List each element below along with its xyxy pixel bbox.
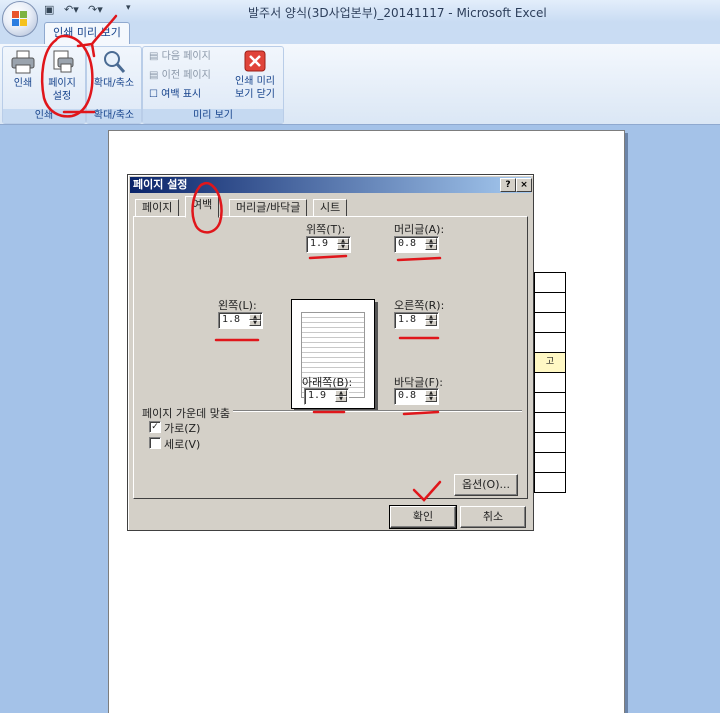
- tab-page[interactable]: 페이지: [135, 199, 180, 217]
- quick-access-toolbar: ▣ ↶▾ ↷▾ ▾: [42, 3, 137, 19]
- ribbon: 인쇄 페이지 설정 인쇄 확대/축소 확대/축소 ▤ 다음 페이지 ▤ 이전 페…: [0, 44, 720, 125]
- close-button[interactable]: ×: [516, 178, 532, 192]
- zoom-button[interactable]: 확대/축소: [89, 49, 139, 90]
- vertical-checkbox[interactable]: [149, 437, 161, 449]
- help-button[interactable]: ?: [500, 178, 516, 192]
- print-button[interactable]: 인쇄: [5, 49, 41, 90]
- close-preview-icon: [244, 50, 266, 72]
- spinner-arrows-icon[interactable]: ▲ ▼: [425, 314, 437, 327]
- table-cell: [534, 413, 566, 433]
- spinner-arrows-icon[interactable]: ▲ ▼: [249, 314, 261, 327]
- group-preview: ▤ 다음 페이지 ▤ 이전 페이지 ☐ 여백 표시 인쇄 미리 보기 닫기 미리…: [142, 46, 284, 124]
- table-cell: [534, 473, 566, 493]
- print-label: 인쇄: [13, 78, 33, 89]
- horizontal-checkbox[interactable]: ✓: [149, 421, 161, 433]
- page-setup-label-line1: 페이지: [48, 78, 76, 89]
- table-cell: [534, 373, 566, 393]
- right-margin-value: 1.8: [398, 314, 417, 325]
- printer-icon: [11, 50, 35, 74]
- table-cell: [534, 453, 566, 473]
- magnifier-icon: [104, 51, 126, 73]
- dialog-title: 페이지 설정: [133, 178, 188, 191]
- page-setup-dialog: 페이지 설정 ? × 페이지 여백 머리글/바닥글 시트 위쪽(T): 1.9 …: [127, 174, 534, 531]
- tab-print-preview[interactable]: 인쇄 미리 보기: [44, 22, 130, 45]
- office-button[interactable]: [2, 1, 38, 37]
- right-margin-input[interactable]: 1.8 ▲ ▼: [394, 312, 439, 329]
- page-setup-icon: [53, 50, 74, 73]
- spinner-arrows-icon[interactable]: ▲ ▼: [425, 238, 437, 251]
- header-margin-label: 머리글(A):: [394, 223, 445, 236]
- next-page-icon: ▤: [149, 51, 162, 62]
- header-margin-value: 0.8: [398, 238, 417, 249]
- horizontal-label: 가로(Z): [164, 422, 201, 435]
- tab-margins[interactable]: 여백: [185, 196, 220, 218]
- tab-sheet[interactable]: 시트: [313, 199, 348, 217]
- group-print-label: 인쇄: [3, 109, 85, 123]
- next-page-label: 다음 페이지: [161, 51, 211, 62]
- right-margin-label: 오른쪽(R):: [394, 299, 445, 312]
- title-bar: ▣ ↶▾ ↷▾ ▾ 발주서 양식(3D사업본부)_20141117 - Micr…: [0, 0, 720, 22]
- spinner-arrows-icon[interactable]: ▲ ▼: [335, 390, 347, 403]
- cancel-button[interactable]: 취소: [460, 506, 526, 528]
- footer-margin-value: 0.8: [398, 390, 417, 401]
- top-margin-input[interactable]: 1.9 ▲ ▼: [306, 236, 351, 253]
- sheet-table-fragment: 고: [534, 272, 566, 493]
- bottom-margin-input[interactable]: 1.9 ▲ ▼: [304, 388, 349, 405]
- show-margins-checkbox[interactable]: ☐ 여백 표시: [149, 88, 201, 102]
- left-margin-value: 1.8: [222, 314, 241, 325]
- page-setup-button[interactable]: 페이지 설정: [43, 49, 81, 103]
- zoom-label: 확대/축소: [93, 78, 135, 89]
- group-preview-label: 미리 보기: [143, 109, 283, 123]
- top-margin-label: 위쪽(T):: [306, 223, 346, 236]
- table-cell: [534, 293, 566, 313]
- center-on-page-label: 페이지 가운데 맞춤: [142, 405, 233, 421]
- close-preview-label-line2: 보기 닫기: [235, 89, 275, 100]
- left-margin-input[interactable]: 1.8 ▲ ▼: [218, 312, 263, 329]
- table-cell: [534, 313, 566, 333]
- page-setup-label-line2: 설정: [52, 91, 72, 102]
- prev-page-icon: ▤: [149, 70, 162, 81]
- undo-icon[interactable]: ↶▾: [64, 3, 79, 19]
- checkbox-icon: ☐: [149, 89, 162, 100]
- show-margins-label: 여백 표시: [161, 89, 202, 100]
- table-cell: [534, 433, 566, 453]
- left-margin-label: 왼쪽(L):: [218, 299, 257, 312]
- vertical-label: 세로(V): [164, 438, 201, 451]
- redo-icon[interactable]: ↷▾: [88, 3, 103, 19]
- ok-button[interactable]: 확인: [389, 505, 457, 529]
- ribbon-tabs: 인쇄 미리 보기: [0, 22, 720, 45]
- top-margin-value: 1.9: [310, 238, 329, 249]
- group-zoom: 확대/축소 확대/축소: [86, 46, 142, 124]
- prev-page-button[interactable]: ▤ 이전 페이지: [149, 69, 211, 83]
- prev-page-label: 이전 페이지: [161, 70, 211, 81]
- spinner-arrows-icon[interactable]: ▲ ▼: [425, 390, 437, 403]
- tab-header-footer[interactable]: 머리글/바닥글: [229, 199, 308, 217]
- dialog-title-bar: 페이지 설정 ? ×: [130, 177, 532, 193]
- group-zoom-label: 확대/축소: [87, 109, 141, 123]
- options-button[interactable]: 옵션(O)...: [454, 474, 518, 496]
- office-logo-icon: [12, 11, 28, 27]
- close-preview-button[interactable]: 인쇄 미리 보기 닫기: [229, 49, 281, 101]
- next-page-button[interactable]: ▤ 다음 페이지: [149, 50, 211, 64]
- checkmark-icon: ✓: [151, 422, 159, 432]
- spinner-arrows-icon[interactable]: ▲ ▼: [337, 238, 349, 251]
- table-cell: [534, 272, 566, 293]
- customize-qat-icon[interactable]: ▾: [126, 3, 131, 19]
- table-cell: [534, 393, 566, 413]
- window-title: 발주서 양식(3D사업본부)_20141117 - Microsoft Exce…: [248, 6, 547, 20]
- save-icon[interactable]: ▣: [44, 3, 54, 19]
- table-cell: 고: [534, 353, 566, 373]
- close-preview-label-line1: 인쇄 미리: [235, 76, 275, 87]
- table-cell: [534, 333, 566, 353]
- group-print: 인쇄 페이지 설정 인쇄: [2, 46, 86, 124]
- footer-margin-input[interactable]: 0.8 ▲ ▼: [394, 388, 439, 405]
- header-margin-input[interactable]: 0.8 ▲ ▼: [394, 236, 439, 253]
- margins-panel: 위쪽(T): 1.9 ▲ ▼ 머리글(A): 0.8 ▲ ▼ 왼쪽(L): 1.8 …: [133, 216, 528, 499]
- bottom-margin-value: 1.9: [308, 390, 327, 401]
